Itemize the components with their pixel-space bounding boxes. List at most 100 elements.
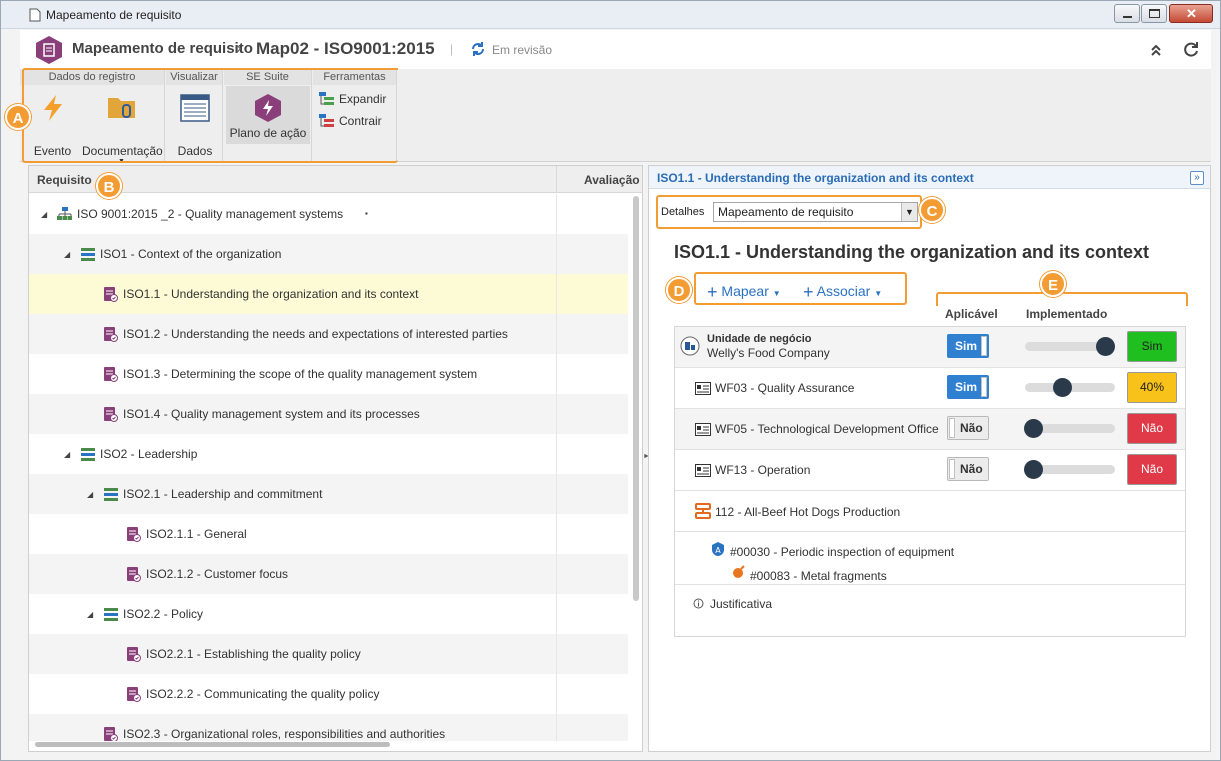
window-titlebar: Mapeamento de requisito ✕ <box>1 1 1220 29</box>
process-label[interactable]: 112 - All-Beef Hot Dogs Production <box>715 505 900 519</box>
tree-row[interactable]: ISO2.1.1 - General <box>29 514 628 554</box>
requirement-doc-icon <box>104 727 118 741</box>
tree-row-label: ISO2.2 - Policy <box>123 607 204 621</box>
col-requisito[interactable]: Requisito <box>37 173 92 187</box>
workflow-row: WF13 - Operation Não Não <box>675 450 1185 491</box>
sync-icon <box>472 42 484 56</box>
page-header: Mapeamento de requisito › Map02 - ISO900… <box>20 30 1211 70</box>
record-title: Map02 - ISO9001:2015 <box>256 39 435 58</box>
tree-row-label: ISO1.2 - Understanding the needs and exp… <box>123 327 508 341</box>
expand-triangle-icon[interactable]: ◢ <box>64 250 70 259</box>
requirement-doc-icon <box>104 287 118 302</box>
tree-row[interactable]: ◢ ISO 9001:2015 _2 - Quality management s… <box>29 194 628 234</box>
toggle-knob <box>949 459 955 479</box>
hazard-label[interactable]: #00083 - Metal fragments <box>750 569 887 583</box>
vertical-scrollbar[interactable] <box>633 196 639 601</box>
aplicavel-toggle[interactable]: Sim <box>947 375 989 399</box>
caret-down-icon: ▼ <box>772 289 781 298</box>
refresh-icon[interactable] <box>1182 41 1200 59</box>
slider-knob[interactable] <box>1053 378 1072 397</box>
unit-name: Welly's Food Company <box>707 346 830 360</box>
hazard-bomb-icon <box>733 565 745 578</box>
close-button[interactable]: ✕ <box>1169 4 1213 23</box>
expand-triangle-icon[interactable]: ◢ <box>64 450 70 459</box>
callout-b: B <box>96 173 122 199</box>
details-panel-header: ISO1.1 - Understanding the organization … <box>649 166 1210 189</box>
requirement-doc-icon <box>104 327 118 342</box>
requirement-doc-icon <box>127 687 141 702</box>
tree-row-label: ISO2.2.2 - Communicating the quality pol… <box>146 687 380 701</box>
minimize-button[interactable] <box>1114 4 1140 23</box>
expand-triangle-icon[interactable]: ◢ <box>87 610 93 619</box>
aplicavel-toggle[interactable]: Não <box>947 416 989 440</box>
tree-row[interactable]: ISO2.2.2 - Communicating the quality pol… <box>29 674 628 714</box>
column-divider <box>556 166 557 193</box>
collapse-panel-button[interactable]: » <box>1190 171 1204 185</box>
aplicavel-toggle[interactable]: Não <box>947 457 989 481</box>
implementado-slider[interactable] <box>1024 419 1115 438</box>
callout-e: E <box>1040 271 1066 297</box>
tree-row[interactable]: ◢ ISO2 - Leadership <box>29 434 628 474</box>
col-avaliacao[interactable]: Avaliação <box>584 173 640 187</box>
requirement-doc-icon <box>104 407 118 422</box>
justificativa-label[interactable]: Justificativa <box>710 597 772 611</box>
implementado-slider[interactable] <box>1025 378 1115 397</box>
business-unit-icon <box>680 336 700 356</box>
requirement-map-icon <box>36 36 62 64</box>
collapse-up-icon[interactable] <box>1150 43 1162 57</box>
avaliacao-cell <box>556 514 557 554</box>
unit-implementado-slider[interactable] <box>1025 337 1115 356</box>
requirement-group-icon <box>81 248 95 261</box>
avaliacao-cell <box>556 554 557 594</box>
tree-row[interactable]: ISO1.3 - Determining the scope of the qu… <box>29 354 628 394</box>
col-implementado: Implementado <box>1026 307 1108 321</box>
mapear-button[interactable]: + Mapear ▼ <box>707 280 781 302</box>
slider-knob[interactable] <box>1096 337 1115 356</box>
slider-knob[interactable] <box>1024 419 1043 438</box>
slider-knob[interactable] <box>1024 460 1043 479</box>
tree-row[interactable]: ◢ ISO2.2 - Policy <box>29 594 628 634</box>
caret-down-icon: ▼ <box>874 289 883 298</box>
workflow-label[interactable]: WF13 - Operation <box>715 463 810 477</box>
associar-button[interactable]: + Associar ▼ <box>803 280 883 302</box>
requirement-doc-icon <box>127 527 141 542</box>
tree-row[interactable]: ISO2.3 - Organizational roles, responsib… <box>29 714 628 741</box>
tree-row-label: ISO2.1.1 - General <box>146 527 247 541</box>
maximize-button[interactable] <box>1141 4 1167 23</box>
toggle-knob <box>981 377 987 397</box>
tree-row[interactable]: ISO1.2 - Understanding the needs and exp… <box>29 314 628 354</box>
expand-triangle-icon[interactable]: ◢ <box>41 210 47 219</box>
tree-row[interactable]: ISO2.2.1 - Establishing the quality poli… <box>29 634 628 674</box>
cursor-dot: ▪ <box>365 209 368 218</box>
tree-row-label: ISO1.4 - Quality management system and i… <box>123 407 420 421</box>
implementado-slider[interactable] <box>1024 460 1115 479</box>
tree-row-label: ISO1 - Context of the organization <box>100 247 282 261</box>
avaliacao-cell <box>556 434 557 474</box>
toggle-label: Não <box>960 421 983 435</box>
risk-label[interactable]: #00030 - Periodic inspection of equipmen… <box>730 545 954 559</box>
avaliacao-cell <box>556 234 557 274</box>
tree-row[interactable]: ISO1.1 - Understanding the organization … <box>29 274 628 314</box>
tree-row-label: ISO2 - Leadership <box>100 447 198 461</box>
breadcrumb-app[interactable]: Mapeamento de requisito <box>72 40 253 57</box>
tree-body: ◢ ISO 9001:2015 _2 - Quality management s… <box>29 194 629 741</box>
tree-row[interactable]: ISO2.1.2 - Customer focus <box>29 554 628 594</box>
breadcrumb-separator: › <box>236 38 242 57</box>
toggle-label: Sim <box>955 339 978 353</box>
avaliacao-cell <box>556 474 557 514</box>
horizontal-scrollbar[interactable] <box>35 742 390 747</box>
workflow-card-icon <box>695 423 711 436</box>
tree-row[interactable]: ◢ ISO2.1 - Leadership and commitment <box>29 474 628 514</box>
mapping-table: Unidade de negócio Welly's Food Company … <box>674 326 1186 637</box>
avaliacao-cell <box>556 194 557 234</box>
unit-aplicavel-toggle[interactable]: Sim <box>947 334 989 358</box>
tree-row[interactable]: ◢ ISO1 - Context of the organization <box>29 234 628 274</box>
workflow-row: WF05 - Technological Development Office N… <box>675 409 1185 450</box>
workflow-label[interactable]: WF05 - Technological Development Office <box>715 422 939 436</box>
workflow-label[interactable]: WF03 - Quality Assurance <box>715 381 854 395</box>
toggle-knob <box>949 418 955 438</box>
avaliacao-cell <box>556 274 557 314</box>
tree-row[interactable]: ISO1.4 - Quality management system and i… <box>29 394 628 434</box>
svg-text:A: A <box>715 546 721 555</box>
expand-triangle-icon[interactable]: ◢ <box>87 490 93 499</box>
